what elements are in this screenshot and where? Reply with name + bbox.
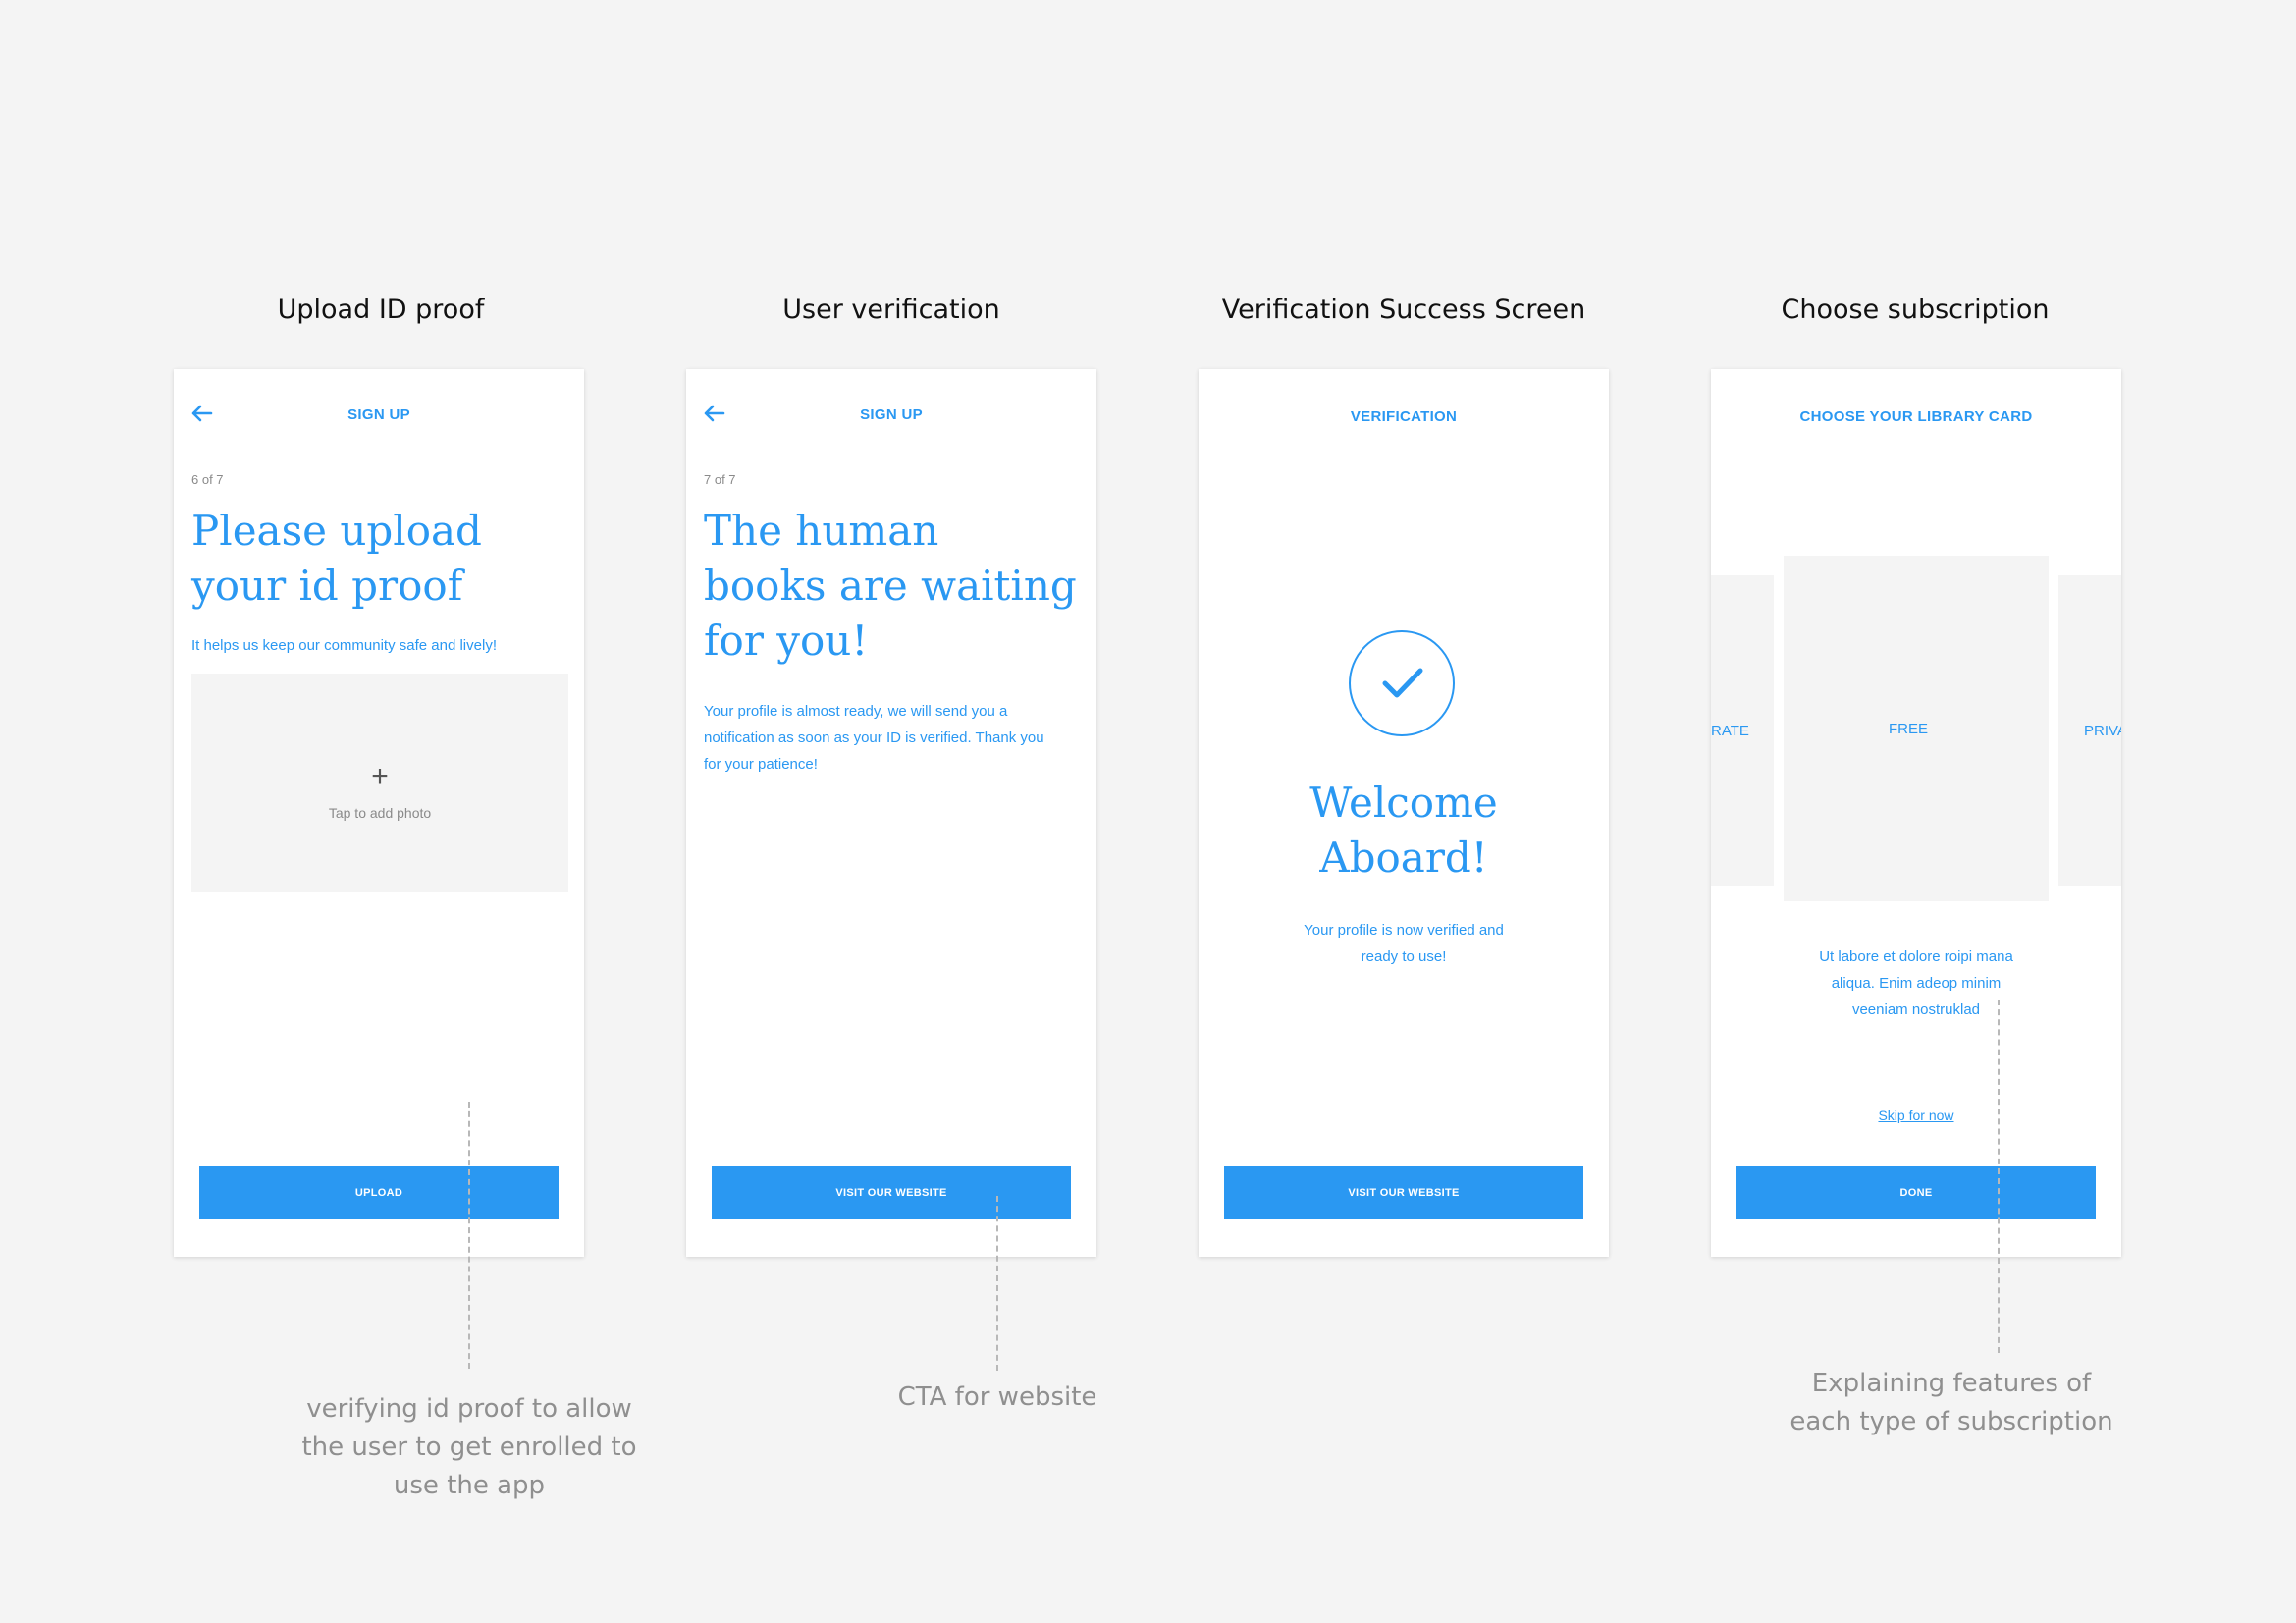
done-button[interactable]: DONE [1736, 1166, 2096, 1219]
annotation-line: use the app [393, 1471, 546, 1500]
annotation-subscription: Explaining features of each type of subs… [1755, 1365, 2148, 1441]
annotation-connector [468, 1102, 470, 1369]
plus-icon: + [371, 760, 389, 792]
headline-line: Aboard! [1319, 834, 1488, 882]
phone-verification-success: VERIFICATION Welcome Aboard! Your profil… [1199, 369, 1609, 1257]
header-title: SIGN UP [347, 406, 410, 423]
phone-user-verification: SIGN UP 7 of 7 The human books are waiti… [686, 369, 1096, 1257]
annotation-line: CTA for website [897, 1382, 1097, 1412]
annotation-cta-website: CTA for website [840, 1379, 1154, 1417]
subscription-description: Ut labore et dolore roipi mana aliqua. E… [1711, 944, 2121, 1023]
annotation-upload-id: verifying id proof to allow the user to … [273, 1390, 666, 1505]
screen-title-verification-success: Verification Success Screen [1221, 295, 1586, 325]
headline-line: Welcome [1309, 779, 1498, 827]
header-title: VERIFICATION [1350, 408, 1458, 425]
visit-website-button[interactable]: VISIT OUR WEBSITE [1224, 1166, 1583, 1219]
card-label: FREE [1888, 720, 1928, 737]
description-line: aliqua. Enim adeop minim [1831, 975, 2002, 992]
headline-line: for you! [704, 617, 869, 665]
subscription-card-free[interactable]: FREE [1784, 556, 2049, 901]
step-indicator: 7 of 7 [704, 472, 736, 487]
annotation-line: each type of subscription [1789, 1407, 2113, 1436]
phone-upload-id: SIGN UP 6 of 7 Please upload your id pro… [174, 369, 584, 1257]
annotation-line: Explaining features of [1811, 1369, 2092, 1398]
screen-title-upload-id: Upload ID proof [277, 295, 485, 325]
visit-website-button[interactable]: VISIT OUR WEBSITE [712, 1166, 1071, 1219]
message-line: Your profile is almost ready, we will se… [704, 703, 1008, 720]
skip-for-now-link[interactable]: Skip for now [1711, 1108, 2121, 1123]
headline-subtext: It helps us keep our community safe and … [191, 637, 497, 654]
screen-title-user-verification: User verification [782, 295, 1000, 325]
headline-line: Please upload [191, 507, 482, 555]
photo-upload-area[interactable]: + Tap to add photo [191, 674, 568, 892]
page-headline: Please upload your id proof [191, 504, 574, 614]
headline-line: books are waiting [704, 562, 1077, 610]
annotation-connector [996, 1196, 998, 1371]
card-label: RATE [1711, 722, 1749, 739]
description-line: Ut labore et dolore roipi mana [1819, 948, 2013, 965]
subscription-card-right[interactable]: PRIVA [2058, 575, 2121, 886]
annotation-connector [1998, 1000, 2000, 1353]
welcome-headline: Welcome Aboard! [1199, 776, 1609, 886]
annotation-line: verifying id proof to allow [306, 1394, 632, 1424]
verified-message: Your profile is now verified and ready t… [1199, 917, 1609, 970]
message-line: Your profile is now verified and [1304, 922, 1504, 939]
upload-button[interactable]: UPLOAD [199, 1166, 559, 1219]
description-line: veeniam nostruklad [1851, 1001, 1981, 1018]
verification-message: Your profile is almost ready, we will se… [704, 698, 1044, 778]
header-title: SIGN UP [860, 406, 923, 423]
message-line: notification as soon as your ID is verif… [704, 730, 1044, 746]
message-line: for your patience! [704, 756, 818, 773]
annotation-line: the user to get enrolled to [301, 1433, 637, 1462]
screen-title-choose-subscription: Choose subscription [1781, 295, 2050, 325]
step-indicator: 6 of 7 [191, 472, 224, 487]
card-label: PRIVA [2084, 722, 2121, 739]
headline-line: your id proof [191, 562, 463, 610]
header-title: CHOOSE YOUR LIBRARY CARD [1799, 408, 2033, 425]
checkmark-circle-icon [1349, 630, 1455, 736]
subscription-card-left[interactable]: RATE [1711, 575, 1774, 886]
page-headline: The human books are waiting for you! [704, 504, 1087, 669]
tap-to-add-label: Tap to add photo [328, 805, 432, 821]
phone-choose-subscription: CHOOSE YOUR LIBRARY CARD RATE FREE PRIVA… [1711, 369, 2121, 1257]
headline-line: The human [704, 507, 939, 555]
message-line: ready to use! [1361, 948, 1447, 965]
